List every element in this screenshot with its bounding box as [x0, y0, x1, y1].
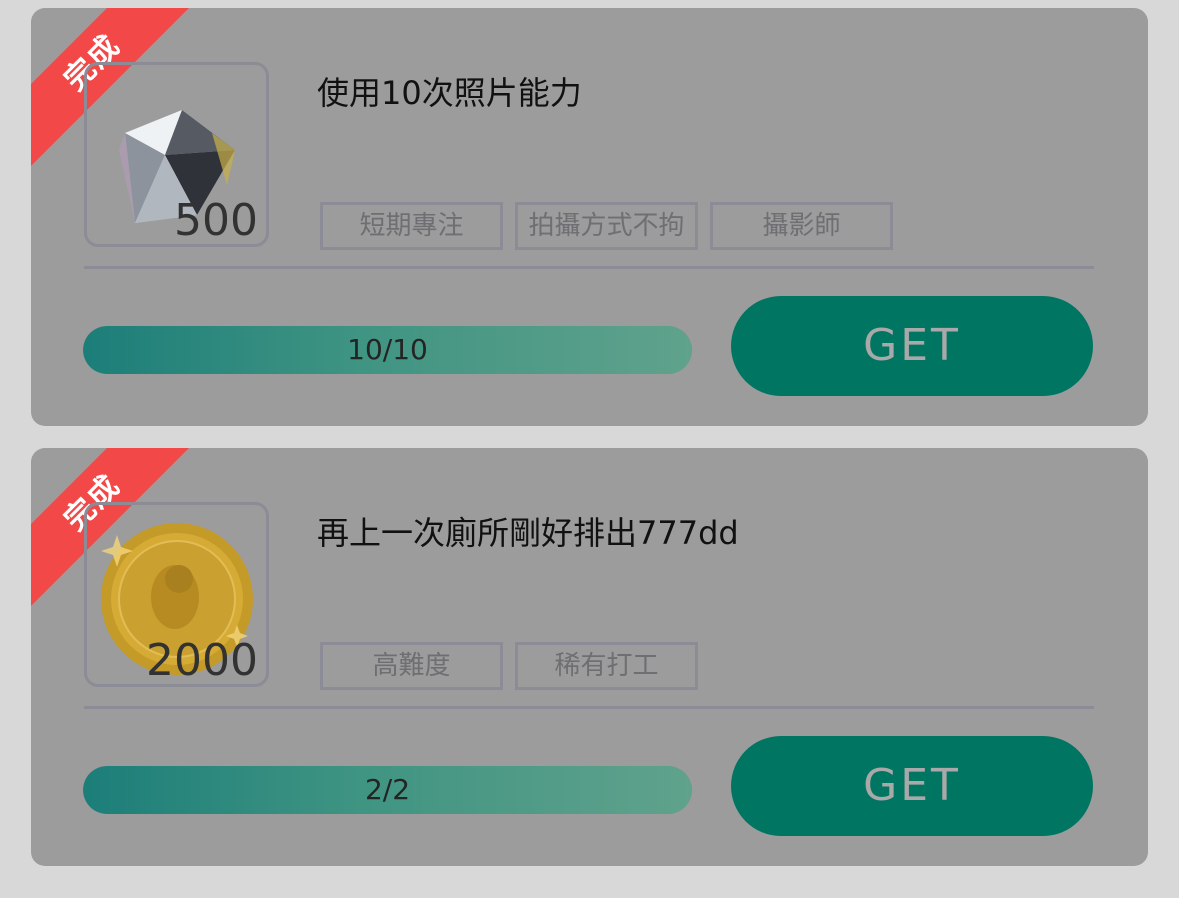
task-card: 完成 2000 再上一次廁所剛好排出777dd 高難度 稀有打工 2/2 GET	[31, 448, 1148, 866]
task-title: 使用10次照片能力	[317, 74, 582, 112]
tag: 攝影師	[710, 202, 893, 250]
tag: 高難度	[320, 642, 503, 690]
task-title: 再上一次廁所剛好排出777dd	[317, 514, 739, 552]
tag-list: 短期專注 拍攝方式不拘 攝影師	[320, 202, 893, 250]
reward-icon-box: 500	[84, 62, 269, 247]
reward-amount: 2000	[146, 635, 258, 686]
progress-bar: 10/10	[83, 326, 692, 374]
reward-icon-box: 2000	[84, 502, 269, 687]
divider	[84, 266, 1094, 269]
task-card: 完成 500 使用10次照片能力 短期專注 拍攝方式不拘 攝影師 10/10 G…	[31, 8, 1148, 426]
progress-label: 10/10	[347, 333, 428, 366]
progress-bar: 2/2	[83, 766, 692, 814]
tag: 短期專注	[320, 202, 503, 250]
tag: 稀有打工	[515, 642, 698, 690]
tag-list: 高難度 稀有打工	[320, 642, 698, 690]
divider	[84, 706, 1094, 709]
tag: 拍攝方式不拘	[515, 202, 698, 250]
get-reward-button[interactable]: GET	[731, 296, 1093, 396]
progress-label: 2/2	[364, 773, 411, 806]
reward-amount: 500	[174, 195, 258, 246]
get-reward-button[interactable]: GET	[731, 736, 1093, 836]
